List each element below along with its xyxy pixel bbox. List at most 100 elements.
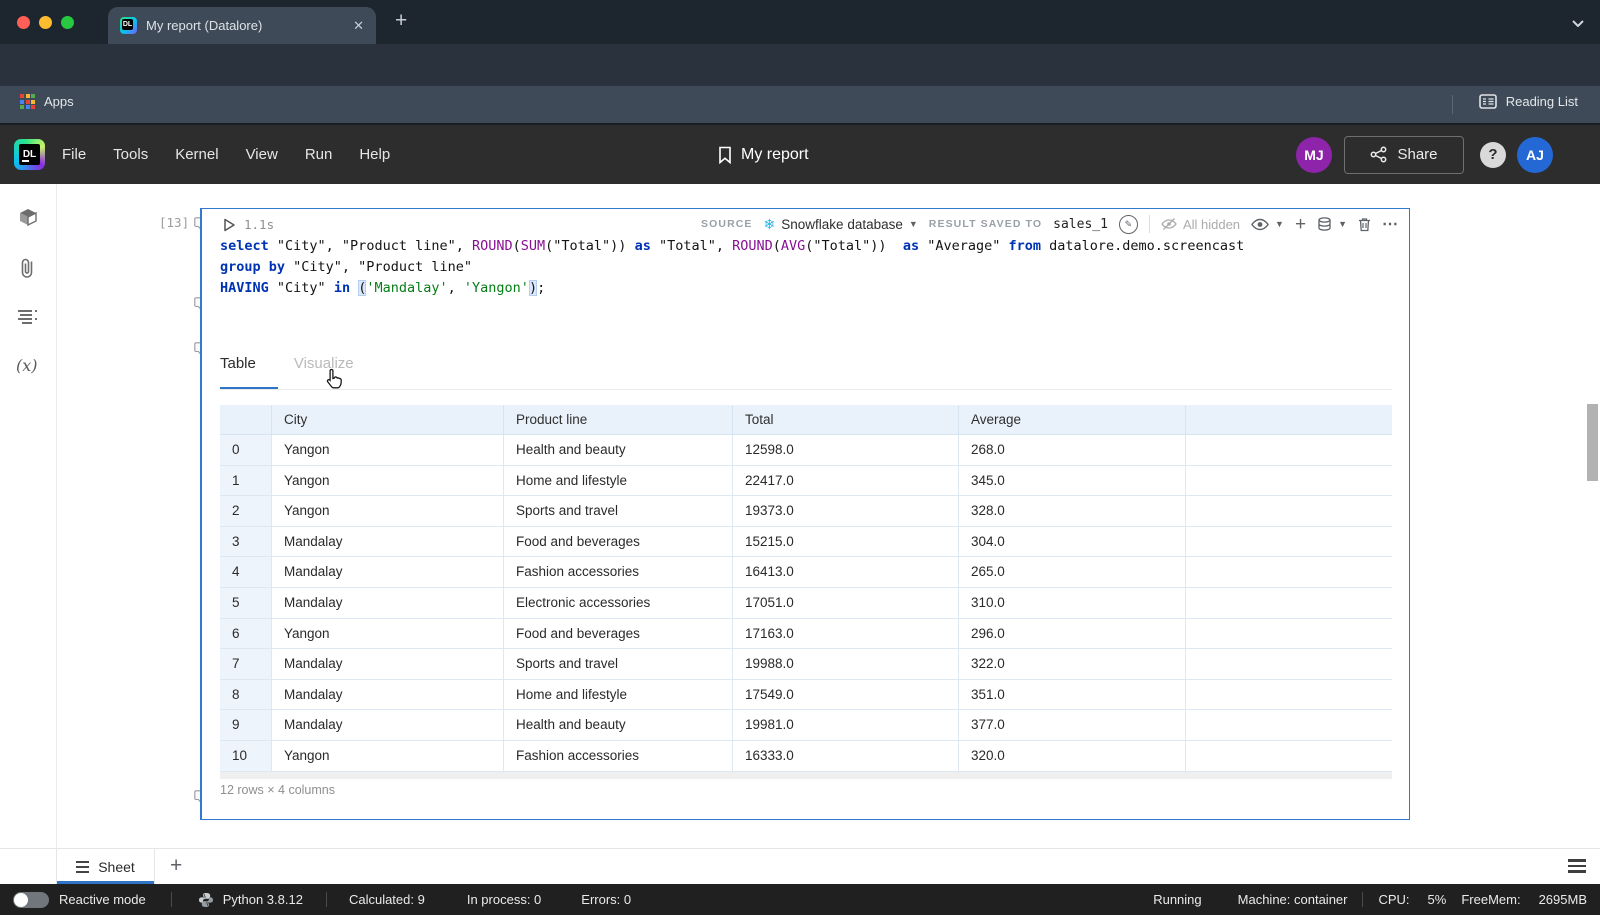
kernel-version[interactable]: Python 3.8.12 <box>223 892 303 907</box>
code-token: ROUND <box>472 238 513 254</box>
cpu-value: 5% <box>1428 892 1447 907</box>
filler-cell <box>1186 496 1392 527</box>
edit-variable-icon[interactable]: ✎ <box>1119 215 1138 234</box>
menu-view[interactable]: View <box>246 146 278 163</box>
database-icon <box>1317 217 1332 232</box>
bookmarks-separator <box>1452 95 1453 114</box>
close-window-button[interactable] <box>17 16 30 29</box>
table-cell: 19988.0 <box>733 649 959 680</box>
table-cell: Mandalay <box>272 527 504 558</box>
reading-list-icon <box>1479 94 1497 109</box>
left-tool-rail: (x) <box>0 184 57 848</box>
menu-kernel[interactable]: Kernel <box>175 146 218 163</box>
run-cell-icon[interactable] <box>223 218 236 232</box>
menu-file[interactable]: File <box>62 146 86 163</box>
library-icon[interactable] <box>16 205 40 229</box>
datalore-logo[interactable] <box>14 139 45 170</box>
kernel-state: Running <box>1153 892 1201 907</box>
browser-tab[interactable]: My report (Datalore) ✕ <box>108 7 376 44</box>
apps-shortcut[interactable]: Apps <box>20 94 74 109</box>
table-cell: Home and lifestyle <box>504 466 733 497</box>
tab-close-icon[interactable]: ✕ <box>353 18 364 34</box>
calculated-count: Calculated: 9 <box>349 892 425 907</box>
row-index: 6 <box>220 619 272 650</box>
add-cell-icon[interactable]: + <box>1295 215 1306 234</box>
sheets-list-icon[interactable] <box>1568 859 1586 873</box>
help-button[interactable]: ? <box>1480 142 1506 168</box>
sheet-tab[interactable]: Sheet <box>56 849 155 885</box>
user-avatar-aj[interactable]: AJ <box>1517 137 1553 173</box>
table-cell: 304.0 <box>959 527 1186 558</box>
table-horizontal-scrollbar[interactable] <box>220 772 1392 779</box>
attachments-icon[interactable] <box>16 256 38 280</box>
add-sheet-button[interactable]: + <box>170 854 182 878</box>
table-cell: 19981.0 <box>733 710 959 741</box>
code-token: "Total", <box>651 238 732 254</box>
python-icon <box>198 892 214 908</box>
code-token: 'Mandalay' <box>366 280 447 296</box>
code-token: "Average" <box>919 238 1008 254</box>
new-tab-button[interactable]: + <box>395 9 407 33</box>
cell-toolbar: SOURCE ❄ Snowflake database ▼ RESULT SAV… <box>701 209 1399 239</box>
status-separator <box>1362 892 1363 907</box>
row-index: 8 <box>220 680 272 711</box>
collaborator-avatar-mj[interactable]: MJ <box>1296 137 1332 173</box>
minimize-window-button[interactable] <box>39 16 52 29</box>
result-variable[interactable]: sales_1 <box>1053 217 1108 232</box>
table-cell: Mandalay <box>272 649 504 680</box>
column-header-city[interactable]: City <box>272 405 504 435</box>
code-token: ROUND <box>732 238 773 254</box>
more-actions-icon[interactable]: ⋯ <box>1382 214 1399 234</box>
table-cell: 265.0 <box>959 557 1186 588</box>
variables-icon[interactable]: (x) <box>16 356 38 375</box>
apps-grid-icon <box>20 94 35 109</box>
result-table: CityProduct lineTotalAverage0YangonHealt… <box>220 405 1392 772</box>
code-token: , <box>448 280 464 296</box>
page-vertical-scrollbar[interactable] <box>1587 404 1598 481</box>
column-header-average[interactable]: Average <box>959 405 1186 435</box>
delete-cell-icon[interactable] <box>1358 217 1371 232</box>
visibility-menu[interactable]: ▼ <box>1251 218 1284 231</box>
row-index: 9 <box>220 710 272 741</box>
status-right: Running Machine: container CPU: 5% FreeM… <box>1153 892 1600 907</box>
tab-table[interactable]: Table <box>220 355 256 372</box>
table-cell: 268.0 <box>959 435 1186 466</box>
table-summary: 12 rows × 4 columns <box>220 783 335 797</box>
notebook-title: My report <box>718 125 809 184</box>
table-cell: 22417.0 <box>733 466 959 497</box>
menu-run[interactable]: Run <box>305 146 333 163</box>
sql-code[interactable]: select "City", "Product line", ROUND(SUM… <box>220 236 1244 299</box>
table-cell: Sports and travel <box>504 496 733 527</box>
table-cell: Yangon <box>272 466 504 497</box>
app-menus: File Tools Kernel View Run Help <box>62 125 390 184</box>
reading-list-button[interactable]: Reading List <box>1479 94 1578 109</box>
table-cell: 328.0 <box>959 496 1186 527</box>
table-of-contents-icon[interactable] <box>16 308 40 328</box>
menu-tools[interactable]: Tools <box>113 146 148 163</box>
header-right: MJ Share ? AJ <box>1296 125 1553 184</box>
chevron-down-icon: ▼ <box>1338 219 1347 229</box>
output-tabs: Table Visualize <box>220 355 1392 395</box>
cpu-label: CPU: <box>1378 892 1409 907</box>
column-header-total[interactable]: Total <box>733 405 959 435</box>
status-left: Reactive mode Python 3.8.12 Calculated: … <box>0 892 631 908</box>
code-token: ) <box>529 280 537 296</box>
share-button[interactable]: Share <box>1344 136 1464 174</box>
reactive-mode-toggle[interactable] <box>13 892 49 908</box>
source-selector[interactable]: ❄ Snowflake database ▼ <box>764 216 918 233</box>
menu-help[interactable]: Help <box>359 146 390 163</box>
table-cell: Mandalay <box>272 710 504 741</box>
zoom-window-button[interactable] <box>61 16 74 29</box>
apps-label: Apps <box>44 94 74 109</box>
database-menu[interactable]: ▼ <box>1317 217 1347 232</box>
table-cell: 351.0 <box>959 680 1186 711</box>
sql-cell[interactable]: 1.1s SOURCE ❄ Snowflake database ▼ RESUL… <box>200 208 1410 820</box>
table-cell: Health and beauty <box>504 435 733 466</box>
column-header-product-line[interactable]: Product line <box>504 405 733 435</box>
tab-search-chevron-icon[interactable] <box>1572 20 1584 27</box>
code-token: HAVING <box>220 280 269 296</box>
code-token: as <box>903 238 919 254</box>
source-label: SOURCE <box>701 218 753 230</box>
eye-off-icon <box>1161 217 1177 231</box>
table-cell: Health and beauty <box>504 710 733 741</box>
